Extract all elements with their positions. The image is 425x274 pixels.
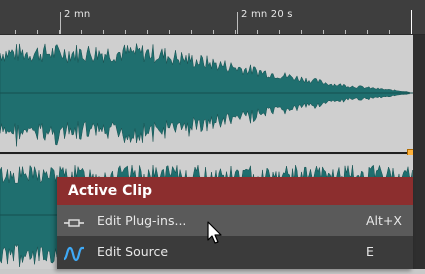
ruler-major-tick bbox=[237, 12, 238, 34]
plugin-icon bbox=[63, 212, 85, 230]
audio-track-left-channel[interactable] bbox=[0, 35, 413, 152]
mouse-pointer-icon bbox=[207, 221, 222, 244]
ruler-minor-tick bbox=[191, 30, 192, 34]
waveform-icon bbox=[63, 243, 85, 262]
waveform-left-channel bbox=[0, 43, 413, 147]
vertical-scroll-strip[interactable] bbox=[413, 35, 425, 269]
ruler-minor-tick bbox=[169, 30, 170, 34]
menu-item-label: Edit Plug-ins... bbox=[97, 213, 187, 228]
menu-item-edit-source[interactable]: Edit Source E bbox=[57, 236, 413, 267]
menu-item-label: Edit Source bbox=[97, 244, 169, 259]
menu-item-shortcut: Alt+X bbox=[366, 213, 402, 228]
ruler-minor-tick bbox=[37, 30, 38, 34]
ruler-minor-tick bbox=[213, 30, 214, 34]
ruler-minor-tick bbox=[125, 30, 126, 34]
ruler-minor-tick bbox=[147, 30, 148, 34]
ruler-minor-tick bbox=[15, 30, 16, 34]
ruler-minor-tick bbox=[103, 30, 104, 34]
ruler-minor-tick bbox=[389, 30, 390, 34]
waveform-shape bbox=[0, 43, 410, 147]
ruler-minor-tick bbox=[301, 30, 302, 34]
ruler-label-2mn20s: 2 mn 20 s bbox=[241, 9, 293, 20]
menu-item-edit-plugins[interactable]: Edit Plug-ins... Alt+X bbox=[57, 205, 413, 236]
ruler-minor-tick bbox=[81, 30, 82, 34]
ruler-minor-tick bbox=[59, 30, 60, 34]
channel-separator bbox=[0, 152, 411, 154]
context-menu-title: Active Clip bbox=[57, 177, 413, 205]
ruler-minor-tick bbox=[345, 30, 346, 34]
ruler-minor-tick bbox=[323, 30, 324, 34]
ruler-minor-tick bbox=[367, 30, 368, 34]
context-menu: Active Clip Edit Plug-ins... Alt+X Edit … bbox=[57, 177, 413, 269]
ruler-minor-tick bbox=[279, 30, 280, 34]
ruler-label-2mn: 2 mn bbox=[64, 9, 91, 20]
ruler-minor-tick bbox=[235, 30, 236, 34]
playhead-marker[interactable] bbox=[411, 10, 412, 34]
ruler-major-tick bbox=[60, 12, 61, 34]
menu-item-shortcut: E bbox=[366, 244, 374, 259]
timeline-ruler[interactable]: 2 mn 2 mn 20 s bbox=[0, 0, 425, 35]
ruler-minor-tick bbox=[257, 30, 258, 34]
